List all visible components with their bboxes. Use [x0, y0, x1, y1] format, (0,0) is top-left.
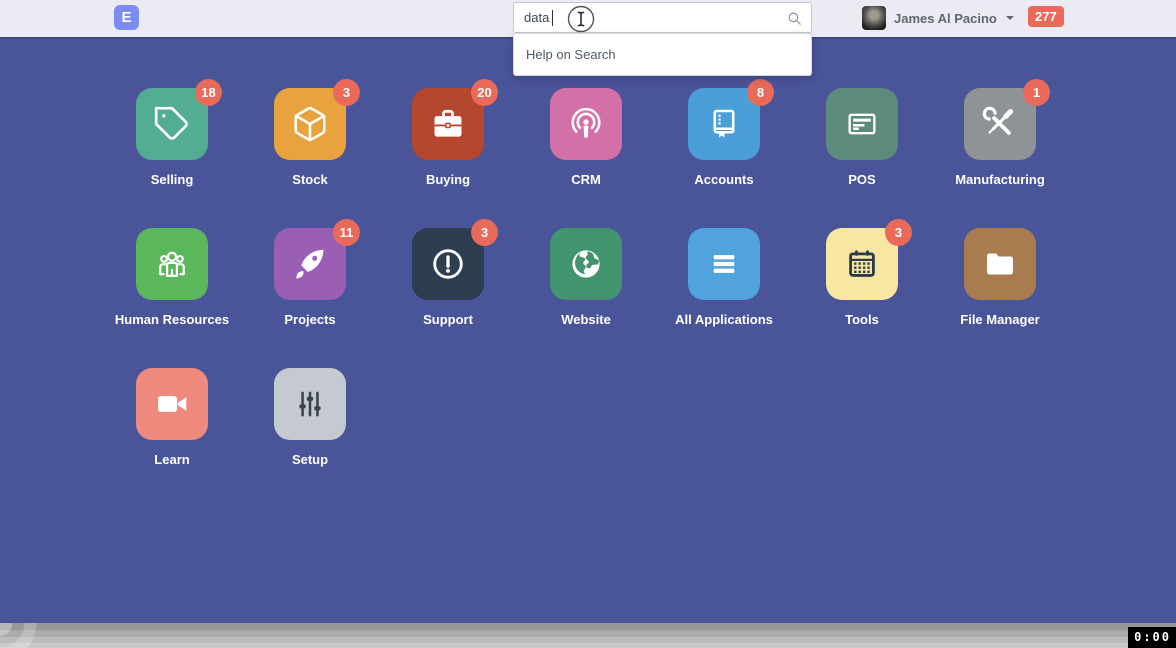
desktop: 18 Selling 3 Stock 20 Buying CRM 8 Accou… — [0, 37, 1176, 623]
notifications-badge[interactable]: 277 — [1028, 6, 1064, 27]
help-on-search-item[interactable]: Help on Search — [514, 34, 811, 75]
top-navbar: E Help on Search James Al Pacino 277 — [0, 0, 1176, 37]
app-cell: 3 Stock — [241, 88, 379, 228]
app-label-pos: POS — [848, 172, 875, 187]
app-tile-projects[interactable]: 11 — [274, 228, 346, 300]
app-label-human-resources: Human Resources — [115, 312, 229, 327]
app-tile-selling[interactable]: 18 — [136, 88, 208, 160]
app-cell: Setup — [241, 368, 379, 508]
briefcase-icon — [429, 105, 467, 143]
search-icon[interactable] — [786, 10, 803, 27]
globe-icon — [567, 245, 605, 283]
count-badge: 3 — [885, 219, 912, 246]
avatar — [862, 6, 886, 30]
count-badge: 8 — [747, 79, 774, 106]
app-tile-human-resources[interactable] — [136, 228, 208, 300]
app-label-support: Support — [423, 312, 473, 327]
app-logo[interactable]: E — [114, 5, 139, 30]
podcast-icon — [567, 105, 605, 143]
app-tile-tools[interactable]: 3 — [826, 228, 898, 300]
app-cell: POS — [793, 88, 931, 228]
app-cell: 3 Support — [379, 228, 517, 368]
app-cell: 8 Accounts — [655, 88, 793, 228]
app-grid-row: 18 Selling 3 Stock 20 Buying CRM 8 Accou… — [103, 88, 1176, 228]
app-tile-all-applications[interactable] — [688, 228, 760, 300]
count-badge: 3 — [471, 219, 498, 246]
ledger-icon — [705, 105, 743, 143]
app-label-learn: Learn — [154, 452, 189, 467]
card-icon — [843, 105, 881, 143]
video-icon — [153, 385, 191, 423]
count-badge: 3 — [333, 79, 360, 106]
rocket-icon — [291, 245, 329, 283]
app-tile-support[interactable]: 3 — [412, 228, 484, 300]
app-label-selling: Selling — [151, 172, 194, 187]
user-name: James Al Pacino — [894, 11, 997, 26]
app-tile-pos[interactable] — [826, 88, 898, 160]
app-cell: CRM — [517, 88, 655, 228]
box-icon — [291, 105, 329, 143]
app-label-tools: Tools — [845, 312, 879, 327]
app-cell: All Applications — [655, 228, 793, 368]
global-search — [513, 2, 812, 33]
app-tile-setup[interactable] — [274, 368, 346, 440]
app-cell: Website — [517, 228, 655, 368]
app-label-projects: Projects — [284, 312, 335, 327]
app-cell: 20 Buying — [379, 88, 517, 228]
app-cell: Learn — [103, 368, 241, 508]
desktop-background-strip — [0, 623, 1176, 648]
app-cell: 11 Projects — [241, 228, 379, 368]
app-tile-website[interactable] — [550, 228, 622, 300]
app-label-all-applications: All Applications — [675, 312, 773, 327]
app-tile-buying[interactable]: 20 — [412, 88, 484, 160]
tools-icon — [981, 105, 1019, 143]
app-cell: File Manager — [931, 228, 1069, 368]
app-label-stock: Stock — [292, 172, 327, 187]
count-badge: 11 — [333, 219, 360, 246]
app-cell: 1 Manufacturing — [931, 88, 1069, 228]
app-tile-stock[interactable]: 3 — [274, 88, 346, 160]
app-cell: 18 Selling — [103, 88, 241, 228]
recording-timer: 0:00 — [1128, 627, 1176, 648]
app-label-setup: Setup — [292, 452, 328, 467]
app-tile-learn[interactable] — [136, 368, 208, 440]
search-dropdown: Help on Search — [513, 33, 812, 76]
folder-icon — [981, 245, 1019, 283]
app-tile-file-manager[interactable] — [964, 228, 1036, 300]
tag-icon — [153, 105, 191, 143]
chevron-down-icon — [1006, 16, 1014, 20]
app-label-crm: CRM — [571, 172, 601, 187]
menu-icon — [705, 245, 743, 283]
app-grid-row: Human Resources 11 Projects 3 Support We… — [103, 228, 1176, 368]
text-caret — [552, 10, 553, 26]
app-label-accounts: Accounts — [694, 172, 753, 187]
calendar-icon — [843, 245, 881, 283]
user-menu[interactable]: James Al Pacino — [862, 6, 1014, 30]
app-label-buying: Buying — [426, 172, 470, 187]
people-icon — [153, 245, 191, 283]
app-tile-accounts[interactable]: 8 — [688, 88, 760, 160]
app-tile-manufacturing[interactable]: 1 — [964, 88, 1036, 160]
app-grid-row: Learn Setup — [103, 368, 1176, 508]
count-badge: 1 — [1023, 79, 1050, 106]
app-tile-crm[interactable] — [550, 88, 622, 160]
app-cell: 3 Tools — [793, 228, 931, 368]
app-label-file-manager: File Manager — [960, 312, 1039, 327]
count-badge: 20 — [471, 79, 498, 106]
app-grid: 18 Selling 3 Stock 20 Buying CRM 8 Accou… — [0, 88, 1176, 508]
sliders-icon — [291, 385, 329, 423]
alert-icon — [429, 245, 467, 283]
app-label-website: Website — [561, 312, 611, 327]
count-badge: 18 — [195, 79, 222, 106]
app-label-manufacturing: Manufacturing — [955, 172, 1045, 187]
app-cell: Human Resources — [103, 228, 241, 368]
